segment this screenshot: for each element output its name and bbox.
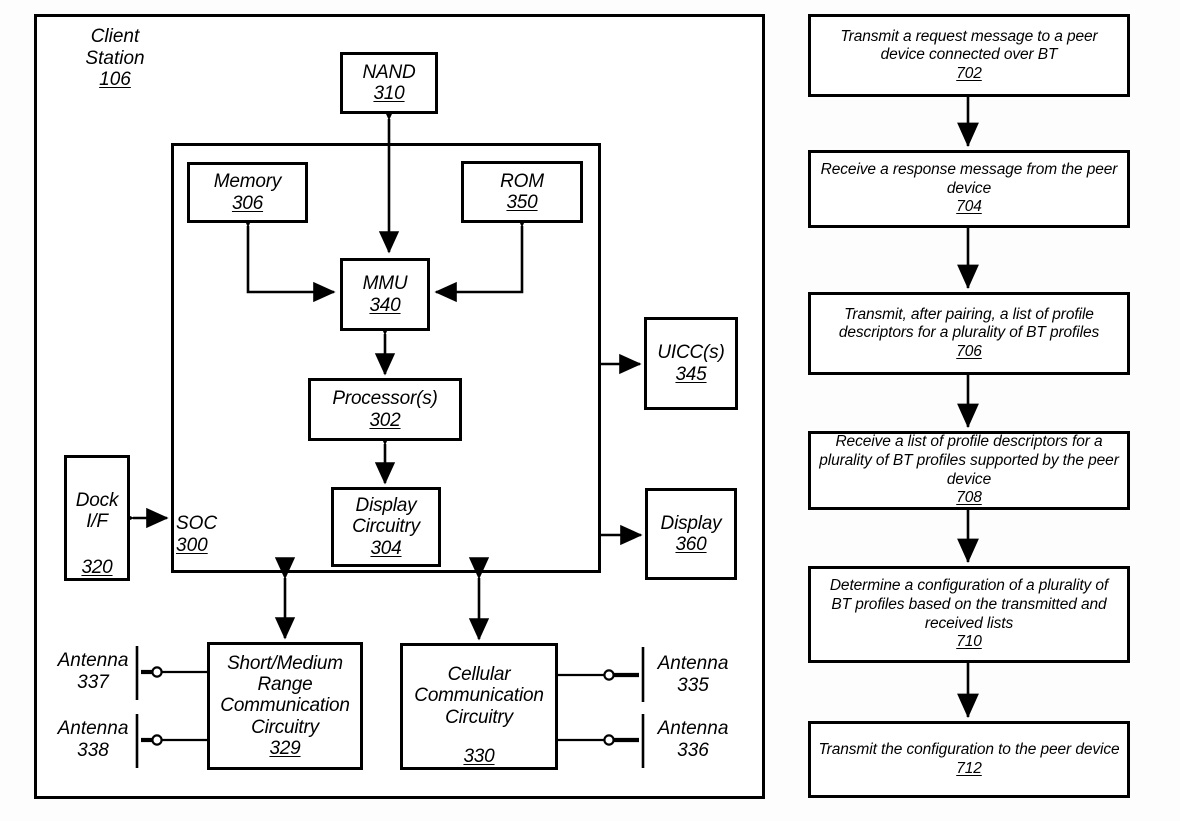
- block-rom-label: ROM: [500, 170, 544, 192]
- node-antenna-335: [603, 669, 615, 681]
- block-nand-label: NAND: [362, 61, 416, 83]
- flow-step-702-number: 702: [956, 64, 982, 82]
- block-memory-label: Memory: [213, 171, 282, 193]
- node-antenna-337: [151, 666, 163, 678]
- label-antenna-338-number: 338: [77, 739, 109, 761]
- label-antenna-338: Antenna 338: [52, 718, 134, 761]
- block-rom-number: 350: [506, 192, 538, 213]
- block-dock-line2: I/F: [86, 511, 108, 533]
- block-display-number: 360: [675, 534, 707, 555]
- label-antenna-337: Antenna 337: [52, 650, 134, 693]
- flow-step-702-text: Transmit a request message to a peer dev…: [840, 27, 1098, 64]
- block-memory-number: 306: [231, 192, 264, 214]
- block-cellular-number: 330: [463, 745, 495, 767]
- block-smr-line1: Short/Medium: [227, 652, 343, 674]
- block-display-circuitry-line1: Display: [355, 495, 417, 517]
- flow-step-712: Transmit the configuration to the peer d…: [808, 721, 1130, 798]
- block-smr-line4: Circuitry: [251, 716, 319, 738]
- block-dock-number: 320: [81, 556, 113, 578]
- block-cellular-line3: Circuitry: [445, 706, 513, 728]
- block-display-circuitry-line2: Circuitry: [352, 516, 420, 538]
- block-cellular-communication: Cellular Communication Circuitry 330: [400, 643, 558, 770]
- block-mmu-number: 340: [369, 294, 401, 316]
- block-uicc: UICC(s) 345: [644, 317, 738, 410]
- block-short-medium-range: Short/Medium Range Communication Circuit…: [207, 642, 363, 770]
- flow-step-704: Receive a response message from the peer…: [808, 150, 1130, 228]
- line-memory-mmu: [237, 205, 336, 303]
- block-processor: Processor(s) 302: [308, 378, 462, 441]
- flow-step-704-number: 704: [956, 198, 982, 216]
- node-antenna-336: [603, 734, 615, 746]
- label-antenna-338-text: Antenna: [57, 718, 129, 739]
- block-display-circuitry: Display Circuitry 304: [331, 487, 441, 567]
- flow-step-708-number: 708: [956, 489, 982, 507]
- flow-step-706-text: Transmit, after pairing, a list of profi…: [838, 305, 1100, 342]
- block-display: Display 360: [645, 488, 737, 580]
- label-antenna-335-text: Antenna: [657, 653, 729, 674]
- label-antenna-335-number: 335: [677, 674, 709, 696]
- flow-step-712-text: Transmit the configuration to the peer d…: [818, 740, 1120, 758]
- flow-step-708-text: Receive a list of profile descriptors fo…: [819, 433, 1119, 488]
- flow-step-706-number: 706: [956, 342, 982, 360]
- block-mmu-label: MMU: [362, 273, 408, 295]
- block-rom: ROM 350: [461, 161, 583, 223]
- label-antenna-336-number: 336: [677, 739, 709, 761]
- flow-step-710-text: Determine a configuration of a plurality…: [829, 577, 1109, 632]
- label-antenna-337-number: 337: [77, 671, 109, 693]
- block-cellular-line1: Cellular: [447, 664, 511, 685]
- flow-step-710-number: 710: [956, 633, 982, 651]
- block-cellular-line2: Communication: [414, 685, 544, 707]
- flow-step-712-number: 712: [956, 759, 982, 777]
- block-mmu: MMU 340: [340, 258, 430, 331]
- block-processor-number: 302: [369, 409, 401, 431]
- flow-step-708: Receive a list of profile descriptors fo…: [808, 431, 1130, 510]
- block-nand-number: 310: [373, 83, 405, 104]
- node-antenna-338: [151, 734, 163, 746]
- block-dock-line1: Dock: [75, 490, 119, 511]
- block-display-circuitry-number: 304: [370, 537, 402, 559]
- line-rom-mmu: [434, 205, 533, 303]
- block-nand: NAND 310: [340, 52, 438, 114]
- label-antenna-336-text: Antenna: [657, 718, 729, 739]
- block-display-label: Display: [660, 512, 722, 534]
- block-uicc-label: UICC(s): [657, 342, 725, 364]
- block-processor-label: Processor(s): [332, 388, 438, 410]
- block-dock-interface: Dock I/F 320: [64, 455, 130, 581]
- label-antenna-335: Antenna 335: [650, 653, 736, 696]
- block-smr-line2: Range: [257, 674, 313, 696]
- flow-step-702: Transmit a request message to a peer dev…: [808, 14, 1130, 97]
- connector-lines: [112, 97, 979, 768]
- block-smr-number: 329: [269, 737, 301, 759]
- label-antenna-336: Antenna 336: [650, 718, 736, 761]
- flow-step-706: Transmit, after pairing, a list of profi…: [808, 292, 1130, 375]
- label-antenna-337-text: Antenna: [57, 650, 129, 671]
- block-uicc-number: 345: [675, 363, 707, 385]
- block-memory: Memory 306: [187, 162, 308, 223]
- figure-canvas: Client Station 106 SOC 300 NAND 310 Memo…: [0, 0, 1180, 821]
- block-smr-line3: Communication: [220, 695, 350, 717]
- flow-step-710: Determine a configuration of a plurality…: [808, 566, 1130, 663]
- flow-step-704-text: Receive a response message from the peer…: [820, 161, 1118, 197]
